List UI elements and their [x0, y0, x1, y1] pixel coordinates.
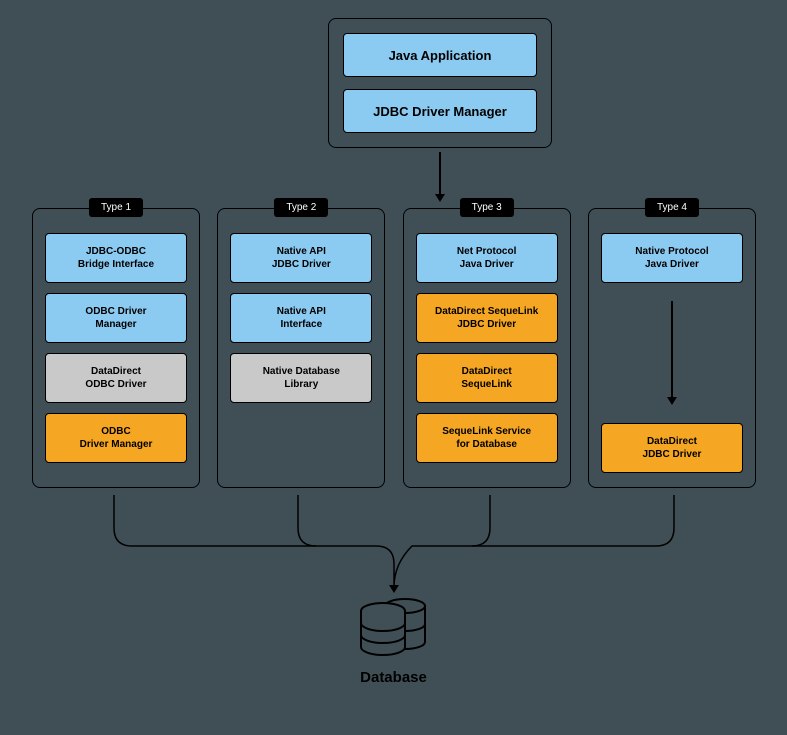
- brace-connector: [30, 493, 758, 553]
- column-type4: Type 4 Native ProtocolJava Driver DataDi…: [588, 208, 756, 488]
- column-type3: Type 3 Net ProtocolJava Driver DataDirec…: [403, 208, 571, 488]
- type4-label: Type 4: [645, 198, 699, 217]
- type1-box2: ODBC DriverManager: [45, 293, 187, 343]
- java-application-box: Java Application: [343, 33, 537, 77]
- type3-box1: Net ProtocolJava Driver: [416, 233, 558, 283]
- type1-box1: JDBC-ODBCBridge Interface: [45, 233, 187, 283]
- type1-box4: ODBCDriver Manager: [45, 413, 187, 463]
- jdbc-driver-manager-box: JDBC Driver Manager: [343, 89, 537, 133]
- type1-box3: DataDirectODBC Driver: [45, 353, 187, 403]
- database-area: Database: [0, 595, 787, 686]
- column-type1: Type 1 JDBC-ODBCBridge Interface ODBC Dr…: [32, 208, 200, 488]
- type2-box1: Native APIJDBC Driver: [230, 233, 372, 283]
- type2-label: Type 2: [274, 198, 328, 217]
- arrow-top: [436, 152, 444, 202]
- column-type2: Type 2 Native APIJDBC Driver Native APII…: [217, 208, 385, 488]
- type2-box3: Native DatabaseLibrary: [230, 353, 372, 403]
- top-container: Java Application JDBC Driver Manager: [328, 18, 552, 148]
- type3-box2: DataDirect SequeLinkJDBC Driver: [416, 293, 558, 343]
- type3-box3: DataDirectSequeLink: [416, 353, 558, 403]
- database-icon: [357, 595, 431, 659]
- type3-label: Type 3: [460, 198, 514, 217]
- database-label: Database: [360, 669, 427, 686]
- columns-row: Type 1 JDBC-ODBCBridge Interface ODBC Dr…: [32, 208, 756, 488]
- type4-box2: DataDirectJDBC Driver: [601, 423, 743, 473]
- type4-arrow: [601, 293, 743, 413]
- type3-box4: SequeLink Servicefor Database: [416, 413, 558, 463]
- type1-label: Type 1: [89, 198, 143, 217]
- type4-box1: Native ProtocolJava Driver: [601, 233, 743, 283]
- type2-box2: Native APIInterface: [230, 293, 372, 343]
